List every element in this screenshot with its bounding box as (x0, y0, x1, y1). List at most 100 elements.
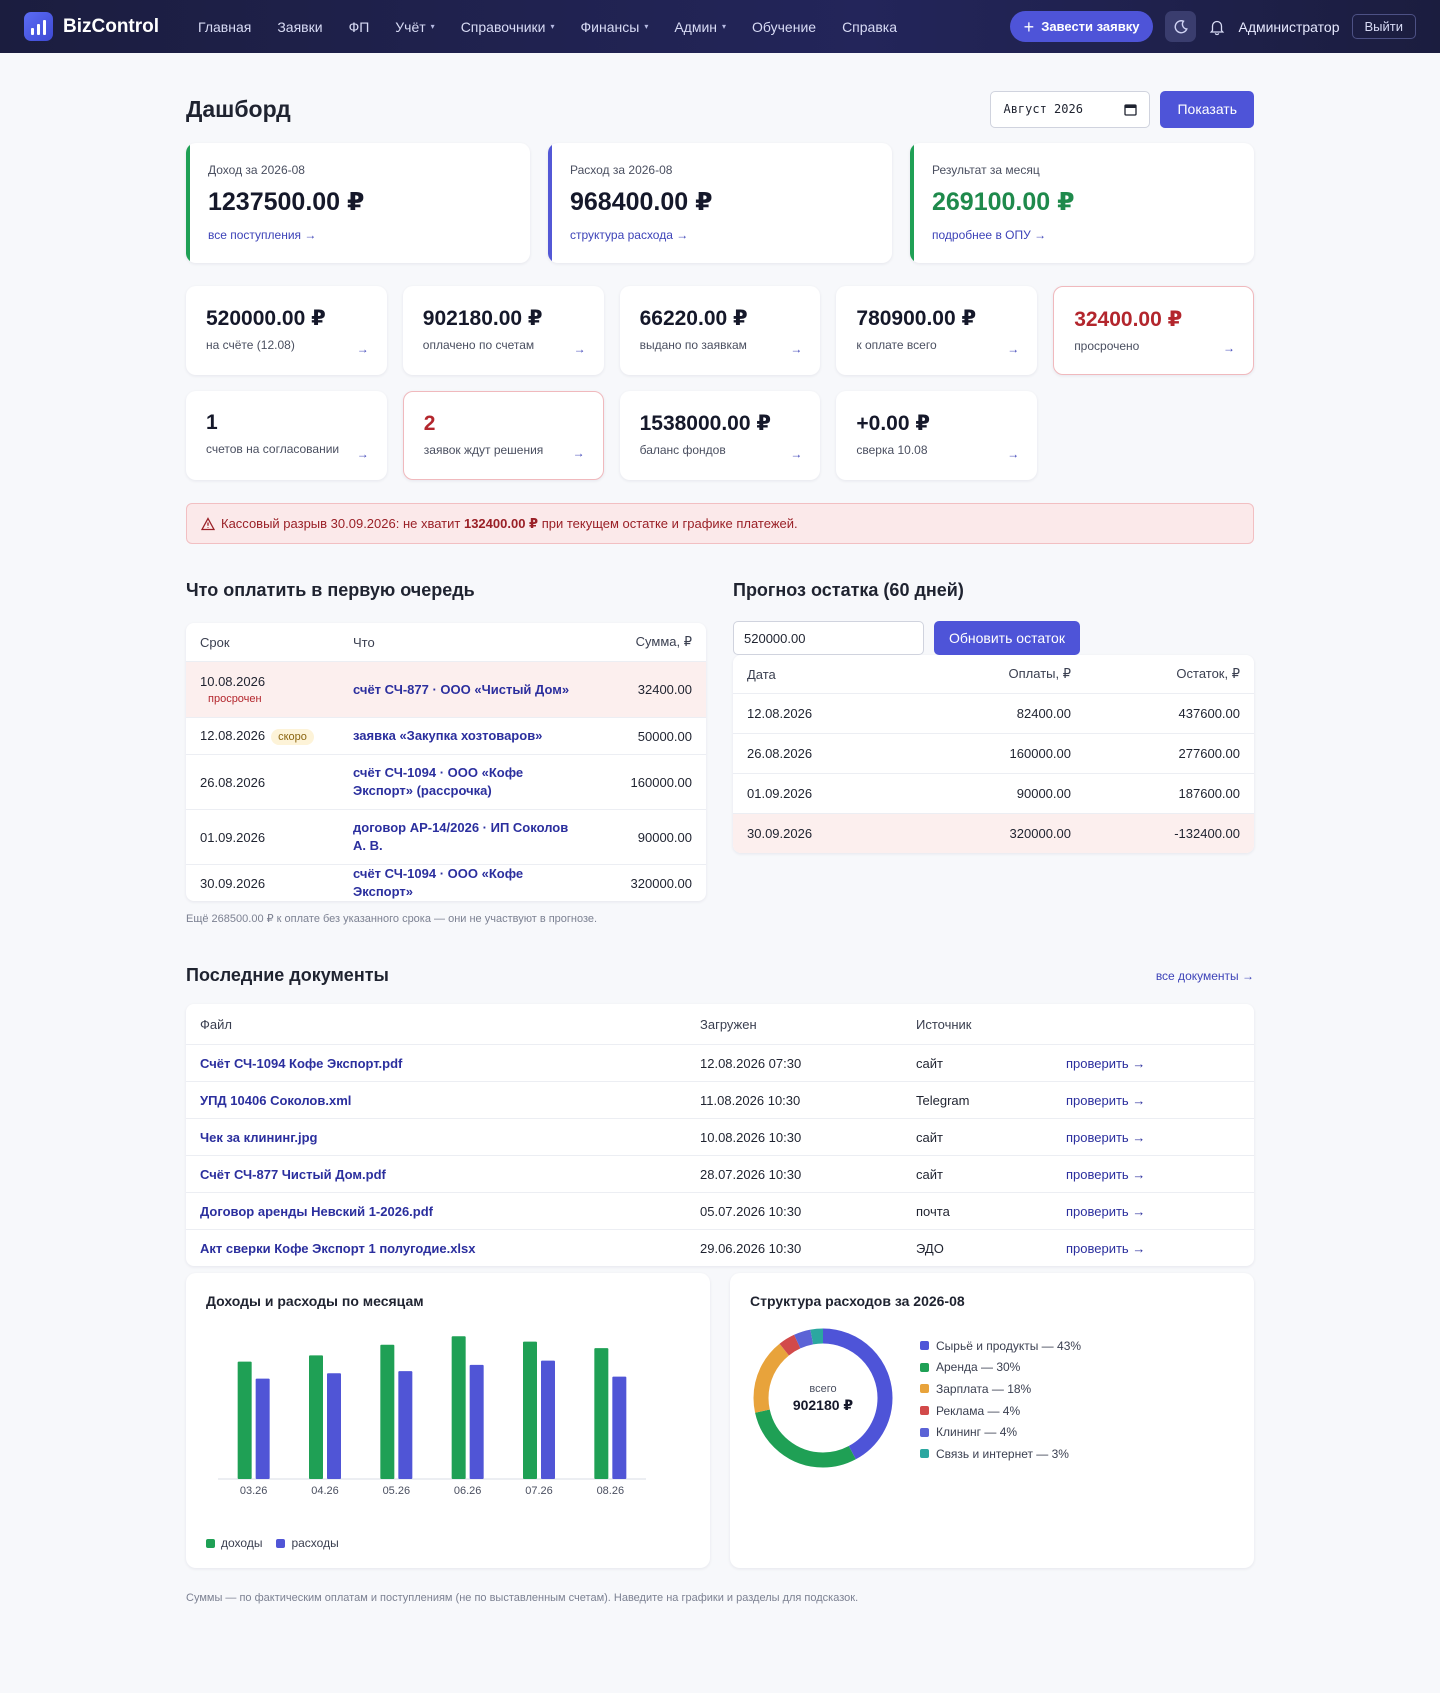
document-file-link[interactable]: Чек за клининг.jpg (200, 1130, 317, 1145)
check-document-link[interactable]: проверить → (1066, 1093, 1145, 1108)
stat-value: 1 (206, 411, 218, 434)
bar-расходы-03.26[interactable] (255, 1378, 270, 1479)
forecast-date: 12.08.2026 (747, 706, 813, 721)
payment-row: 10.08.2026 просрочен счёт СЧ-877 · ООО «Чи… (186, 661, 706, 717)
bar-доходы-03.26[interactable] (237, 1361, 252, 1479)
document-source: сайт (916, 1055, 943, 1071)
stat-card[interactable]: 1 счетов на согласовании → (186, 391, 387, 480)
document-file-link[interactable]: УПД 10406 Соколов.xml (200, 1093, 351, 1108)
arrow-right-icon[interactable]: → (790, 342, 802, 356)
legend-income: доходы (206, 1536, 262, 1550)
document-file-cell: Счёт СЧ-877 Чистый Дом.pdf (200, 1167, 700, 1182)
nav-item-4[interactable]: Справочники ▾ (448, 19, 568, 35)
nav-item-3[interactable]: Учёт ▾ (382, 19, 447, 35)
payment-link[interactable]: заявка «Закупка хозтоваров» (353, 728, 542, 743)
bar-расходы-05.26[interactable] (398, 1371, 413, 1479)
document-row: УПД 10406 Соколов.xml 11.08.2026 10:30 Tel… (186, 1081, 1254, 1118)
arrow-right-icon[interactable]: → (357, 447, 369, 461)
arrow-right-icon[interactable]: → (1007, 342, 1019, 356)
bar-доходы-04.26[interactable] (309, 1355, 323, 1479)
cash-gap-alert: Кассовый разрыв 30.09.2026: не хватит 13… (186, 503, 1254, 544)
stat-card[interactable]: +0.00 ₽ сверка 10.08 → (836, 391, 1038, 480)
theme-toggle-button[interactable] (1165, 11, 1197, 42)
check-document-link[interactable]: проверить → (1066, 1204, 1145, 1219)
payment-date-cell: 12.08.2026 скоро (200, 728, 353, 745)
bar-расходы-07.26[interactable] (541, 1360, 555, 1479)
document-file-link[interactable]: Договор аренды Невский 1-2026.pdf (200, 1204, 433, 1219)
document-file-link[interactable]: Счёт СЧ-877 Чистый Дом.pdf (200, 1167, 386, 1182)
payment-date: 12.08.2026 (200, 727, 266, 743)
calendar-icon[interactable] (1124, 103, 1138, 116)
donut-caption: всего (809, 1382, 837, 1395)
bar-доходы-08.26[interactable] (594, 1348, 609, 1479)
expense-structure-chart[interactable]: Структура расходов за 2026-08 всего 9021… (730, 1273, 1254, 1568)
payment-date-cell: 01.09.2026 (200, 830, 353, 845)
kpi-card[interactable]: Результат за месяц 269100.00 ₽ подробнее в… (910, 143, 1254, 263)
nav-item-1[interactable]: Заявки (264, 19, 335, 35)
nav-item-label: Админ (674, 18, 718, 35)
check-document-link[interactable]: проверить → (1066, 1130, 1145, 1145)
arrow-right-icon[interactable]: → (790, 447, 802, 461)
forecast-date: 26.08.2026 (747, 746, 813, 761)
stat-card[interactable]: 780900.00 ₽ к оплате всего → (836, 286, 1038, 375)
new-request-button[interactable]: + Завести заявку (1009, 11, 1154, 42)
brand[interactable]: BizControl (24, 12, 159, 41)
check-document-link[interactable]: проверить → (1066, 1056, 1145, 1071)
payment-link[interactable]: договор АР-14/2026 · ИП Соколов А. В. (353, 820, 568, 853)
bar-расходы-06.26[interactable] (469, 1364, 484, 1479)
update-balance-button[interactable]: Обновить остаток (934, 621, 1080, 655)
user-name[interactable]: Администратор (1238, 19, 1339, 35)
payment-link[interactable]: счёт СЧ-877 · ООО «Чистый Дом» (353, 682, 569, 697)
payment-link[interactable]: счёт СЧ-1094 · ООО «Кофе Экспорт» (расср… (353, 765, 523, 798)
all-documents-link[interactable]: все документы → (1156, 969, 1254, 983)
document-file-link[interactable]: Акт сверки Кофе Экспорт 1 полугодие.xlsx (200, 1241, 476, 1256)
nav-item-8[interactable]: Справка (829, 19, 910, 35)
arrow-right-icon[interactable]: → (1223, 341, 1235, 355)
pie-legend-label: Реклама — 4% (936, 1403, 1021, 1418)
bar-доходы-05.26[interactable] (380, 1344, 395, 1479)
balance-input[interactable]: 520000.00 (733, 621, 924, 655)
payment-link[interactable]: счёт СЧ-1094 · ООО «Кофе Экспорт» (353, 866, 523, 899)
kpi-link[interactable]: структура расхода → (570, 228, 870, 242)
nav-item-2[interactable]: ФП (336, 19, 383, 35)
document-file-cell: Счёт СЧ-1094 Кофе Экспорт.pdf (200, 1056, 700, 1071)
stat-card[interactable]: 32400.00 ₽ просрочено → (1053, 286, 1254, 375)
bar-доходы-07.26[interactable] (523, 1341, 537, 1479)
nav-item-0[interactable]: Главная (185, 19, 264, 35)
check-document-link[interactable]: проверить → (1066, 1167, 1145, 1182)
stat-card[interactable]: 1538000.00 ₽ баланс фондов → (619, 391, 821, 480)
documents-table-header: Файл Загружен Источник (186, 1004, 1254, 1044)
nav-item-5[interactable]: Финансы ▾ (568, 19, 662, 35)
nav-item-6[interactable]: Админ ▾ (661, 19, 739, 35)
notifications-button[interactable] (1208, 18, 1226, 36)
income-expense-chart[interactable]: Доходы и расходы по месяцам 03.26 04.26 05… (186, 1273, 710, 1568)
arrow-right-icon[interactable]: → (574, 342, 586, 356)
stat-label: заявок ждут решения (423, 443, 544, 457)
arrow-right-icon[interactable]: → (573, 446, 585, 460)
stat-value: +0.00 ₽ (856, 412, 930, 435)
legend-swatch (920, 1341, 929, 1351)
bar-расходы-04.26[interactable] (327, 1373, 341, 1479)
arrow-right-icon[interactable]: → (357, 342, 369, 356)
document-file-link[interactable]: Счёт СЧ-1094 Кофе Экспорт.pdf (200, 1056, 402, 1071)
stat-card[interactable]: 520000.00 ₽ на счёте (12.08) → (186, 286, 387, 375)
payment-row: 30.09.2026 счёт СЧ-1094 · ООО «Кофе Экспо… (186, 864, 706, 901)
kpi-card[interactable]: Доход за 2026-08 1237500.00 ₽ все поступле… (186, 143, 530, 263)
bar-расходы-08.26[interactable] (612, 1376, 627, 1479)
nav-item-7[interactable]: Обучение (739, 19, 829, 35)
show-button[interactable]: Показать (1160, 90, 1254, 128)
month-picker[interactable]: Август 2026 (990, 90, 1151, 128)
bar-доходы-06.26[interactable] (451, 1336, 466, 1479)
forecast-payments: 160000.00 (1009, 746, 1071, 761)
kpi-link[interactable]: подробнее в ОПУ → (932, 228, 1232, 242)
kpi-card[interactable]: Расход за 2026-08 968400.00 ₽ структура ра… (548, 143, 892, 263)
logout-button[interactable]: Выйти (1351, 14, 1416, 39)
check-document-link[interactable]: проверить → (1066, 1241, 1145, 1256)
payments-table-header: Срок Что Сумма, ₽ (186, 623, 706, 661)
stat-card[interactable]: 902180.00 ₽ оплачено по счетам → (402, 286, 604, 375)
forecast-balance: 187600.00 (1178, 786, 1240, 801)
stat-card[interactable]: 2 заявок ждут решения → (402, 391, 604, 480)
arrow-right-icon[interactable]: → (1007, 447, 1019, 461)
kpi-link[interactable]: все поступления → (208, 228, 508, 242)
stat-card[interactable]: 66220.00 ₽ выдано по заявкам → (619, 286, 821, 375)
